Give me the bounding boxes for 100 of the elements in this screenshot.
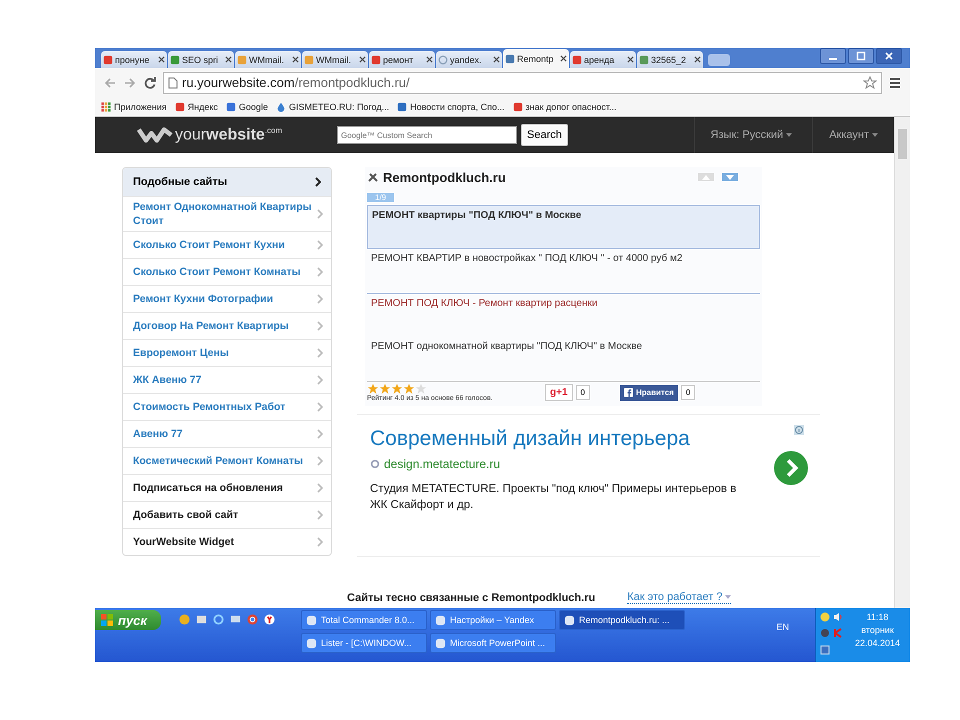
result-item[interactable]: РЕМОНТ КВАРТИР в новостройках " ПОД КЛЮЧ " - от 4000 руб м2 [367, 249, 760, 293]
app-icon [306, 614, 317, 626]
bookmark-item[interactable]: Яндекс [174, 102, 218, 112]
search-button[interactable]: Search [521, 124, 568, 146]
reload-icon[interactable] [143, 76, 157, 90]
facebook-like-button[interactable]: Нравится [620, 384, 678, 400]
result-item[interactable]: РЕМОНТ квартиры "ПОД КЛЮЧ" в Москве [367, 205, 760, 249]
minimize-button[interactable] [820, 48, 846, 64]
sidebar-item[interactable]: Авеню 77 [123, 420, 331, 447]
search-field[interactable]: Google™ Custom Search [337, 126, 517, 144]
sidebar-item[interactable]: Добавить свой сайт [123, 501, 331, 528]
sidebar-item[interactable]: YourWebsite Widget [123, 528, 331, 555]
browser-tab[interactable]: пронуне [101, 51, 167, 68]
bookmark-item[interactable]: Google [226, 102, 268, 112]
chevron-icon [317, 510, 323, 520]
browser-tab[interactable]: SEO spri [168, 51, 234, 68]
browser-tab[interactable]: WMmail. [302, 51, 368, 68]
result-item[interactable]: РЕМОНТ ПОД КЛЮЧ - Ремонт квартир расценки [367, 293, 760, 337]
taskbar-button[interactable]: Microsoft PowerPoint ... [430, 633, 556, 653]
app-icon [435, 614, 446, 626]
quick-launch-icon[interactable] [179, 614, 190, 625]
next-button[interactable] [722, 173, 738, 181]
sidebar-item[interactable]: Ремонт Кухни Фотографии [123, 285, 331, 312]
sidebar-item[interactable]: ЖК Авеню 77 [123, 366, 331, 393]
favicon-icon [174, 102, 185, 112]
favicon-icon [226, 102, 236, 112]
chevron-icon [317, 209, 323, 219]
down-arrow-icon [726, 174, 734, 180]
taskbar-button[interactable]: Lister - [C:\WINDOW... [301, 633, 427, 653]
address-bar[interactable]: ru.yourwebsite.com/remontpodkluch.ru/ [163, 72, 882, 94]
close-icon[interactable] [560, 55, 567, 62]
quick-launch-icon[interactable] [213, 614, 224, 625]
start-button[interactable]: пуск [95, 610, 161, 630]
sidebar-item[interactable]: Сколько Стоит Ремонт Комнаты [123, 258, 331, 285]
menu-icon[interactable] [888, 76, 902, 90]
quick-launch-icon[interactable] [247, 614, 258, 625]
chevron-icon [317, 294, 323, 304]
caret-icon [786, 133, 792, 137]
browser-tab[interactable]: аренда [570, 51, 636, 68]
speaker-icon[interactable] [833, 612, 843, 622]
star-icon [415, 383, 427, 395]
tray-icon[interactable] [820, 644, 830, 655]
result-item[interactable]: РЕМОНТ однокомнатной квартиры "ПОД КЛЮЧ" в Москве [367, 337, 760, 381]
chevron-icon [317, 537, 323, 547]
site-logo[interactable]: yourwebsite$^{.com}$ [175, 126, 282, 144]
star-icon [391, 383, 403, 395]
browser-tab[interactable]: 32565_2 [637, 51, 703, 68]
info-icon[interactable] [794, 425, 804, 435]
close-icon[interactable] [292, 56, 299, 63]
tray-icon[interactable] [820, 628, 830, 638]
language-indicator[interactable]: EN [776, 622, 789, 632]
sidebar-item[interactable]: Евроремонт Цены [123, 339, 331, 366]
quick-launch-icon[interactable] [230, 614, 241, 625]
taskbar-button[interactable]: Remontpodkluch.ru: ... [559, 610, 685, 630]
bookmark-star-icon[interactable] [863, 76, 877, 90]
sidebar-item[interactable]: Косметический Ремонт Комнаты [123, 447, 331, 474]
taskbar-button[interactable]: Настройки – Yandex [430, 610, 556, 630]
clock-date: 22.04.2014 [854, 638, 900, 648]
quick-launch-icon[interactable] [196, 614, 207, 625]
browser-tab[interactable]: ремонт [369, 51, 435, 68]
favicon-icon [512, 102, 523, 112]
sidebar-item[interactable]: Подписаться на обновления [123, 474, 331, 501]
close-icon[interactable] [694, 56, 701, 63]
quick-launch-icon[interactable] [264, 614, 275, 625]
browser-tab[interactable]: Remontp [503, 49, 569, 68]
close-icon[interactable] [359, 56, 366, 63]
close-icon[interactable] [627, 56, 634, 63]
app-icon [435, 638, 446, 648]
bookmark-item[interactable]: знак допог опасност... [512, 102, 616, 112]
favicon-icon [371, 54, 381, 64]
favicon-icon [276, 102, 286, 112]
taskbar-button[interactable]: Total Commander 8.0... [301, 610, 427, 630]
clock-weekday: вторник [861, 625, 894, 635]
bookmark-item[interactable]: GISMETEO.RU: Погод... [276, 102, 390, 112]
page-counter: 1/9 [367, 193, 394, 202]
up-arrow-icon [702, 174, 710, 180]
browser-tab[interactable]: WMmail. [235, 51, 301, 68]
close-icon[interactable] [158, 56, 165, 63]
browser-tab[interactable]: yandex. [436, 51, 502, 68]
tray-icon[interactable] [820, 612, 830, 622]
maximize-button[interactable] [848, 48, 874, 64]
close-icon[interactable] [426, 56, 433, 63]
close-button[interactable] [876, 48, 902, 64]
bookmark-item[interactable]: Новости спорта, Спо... [397, 102, 505, 112]
close-icon[interactable] [493, 56, 500, 63]
sidebar-item[interactable]: Стоимость Ремонтных Работ [123, 393, 331, 420]
sidebar-item[interactable]: Ремонт Однокомнатной Квартиры Стоит [123, 196, 331, 231]
ad-title-link[interactable]: Современный дизайн интерьера [370, 427, 762, 451]
scrollbar[interactable] [894, 117, 910, 608]
ad-url-link[interactable]: design.metatecture.ru [384, 457, 500, 471]
how-it-works-link[interactable]: Как это работает ? [627, 591, 732, 604]
logo-icon [137, 125, 173, 145]
sidebar-item[interactable]: Сколько Стоит Ремонт Кухни [123, 231, 331, 258]
sidebar-item[interactable]: Договор На Ремонт Квартиры [123, 312, 331, 339]
close-icon[interactable] [225, 56, 232, 63]
minimize-icon [829, 58, 837, 60]
header-menu[interactable]: Язык: Русский [694, 117, 808, 153]
bookmark-item[interactable]: Приложения [101, 102, 167, 112]
google-plus-button[interactable]: g+1 [545, 384, 573, 401]
clock-time: 11:18 [866, 612, 888, 622]
